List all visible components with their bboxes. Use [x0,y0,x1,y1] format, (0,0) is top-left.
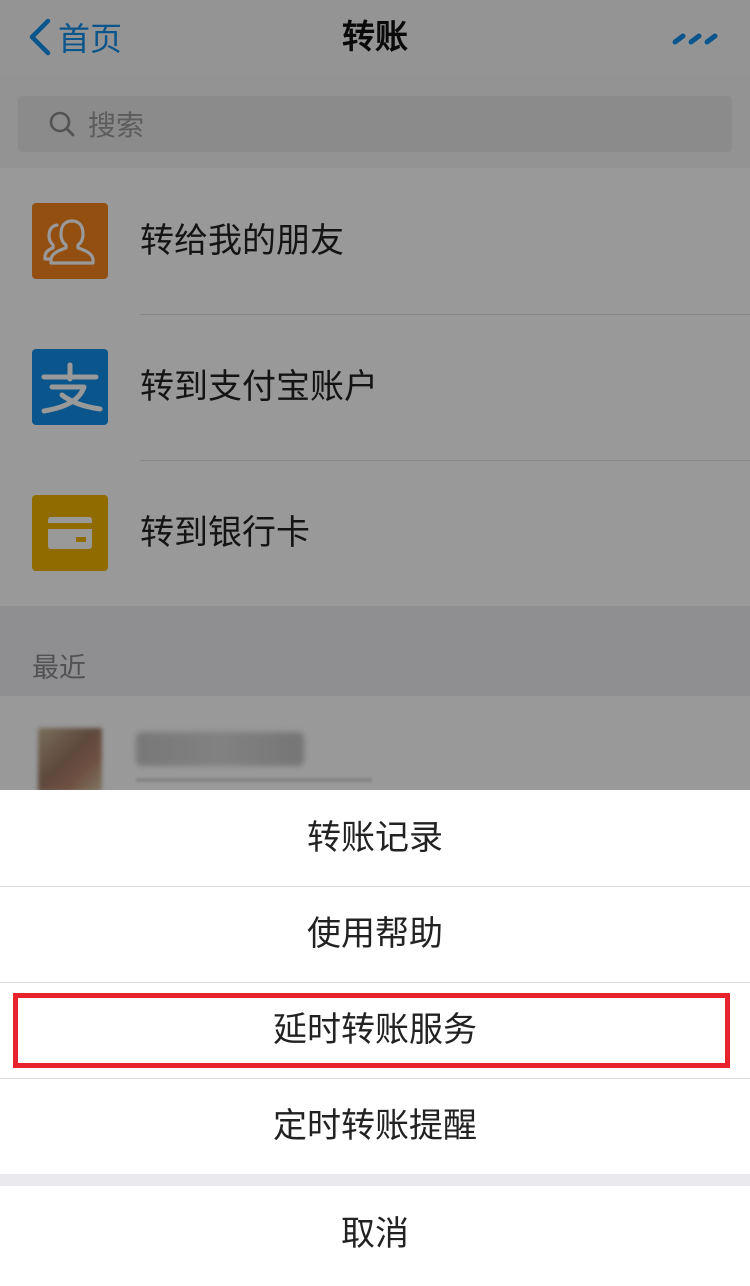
action-scheduled-transfer-reminder[interactable]: 定时转账提醒 [0,1079,750,1174]
highlight-box [13,993,730,1068]
cancel-button[interactable]: 取消 [0,1186,750,1286]
action-transfer-records[interactable]: 转账记录 [0,790,750,886]
action-help[interactable]: 使用帮助 [0,887,750,982]
